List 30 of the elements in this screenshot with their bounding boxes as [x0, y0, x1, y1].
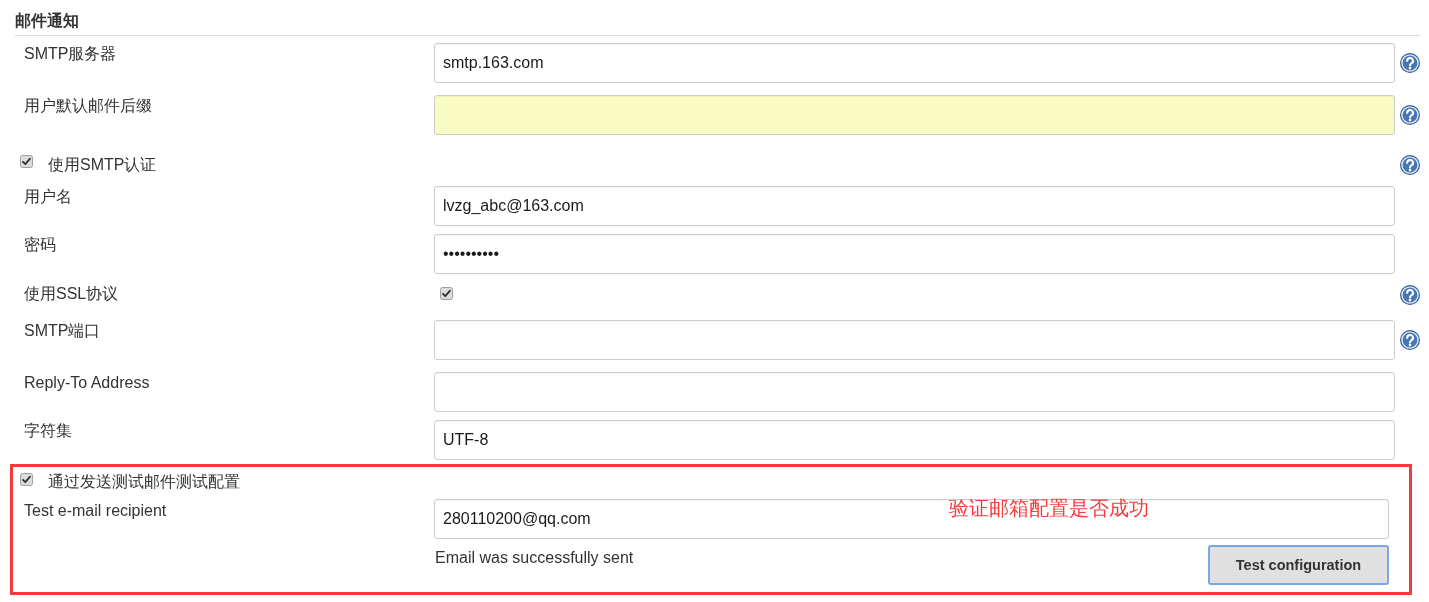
input-field[interactable]: lvzg_abc@163.com	[434, 186, 1395, 226]
checkbox-label: 使用SMTP认证	[48, 155, 157, 175]
input-field[interactable]: ••••••••••	[434, 234, 1395, 274]
field-label: SMTP服务器	[24, 44, 117, 64]
field-label: 密码	[24, 235, 56, 255]
field-label: 使用SSL协议	[24, 284, 119, 304]
checkbox-label: 通过发送测试邮件测试配置	[48, 472, 240, 492]
annotation-text: 验证邮箱配置是否成功	[949, 498, 1149, 520]
field-label: 用户默认邮件后缀	[24, 96, 152, 116]
help-icon[interactable]	[1400, 330, 1420, 350]
checkbox[interactable]	[440, 287, 453, 300]
field-label: 用户名	[24, 187, 72, 207]
input-field[interactable]: smtp.163.com	[434, 43, 1395, 83]
input-field[interactable]	[434, 372, 1395, 412]
checkbox[interactable]	[20, 473, 33, 486]
field-label: SMTP端口	[24, 321, 101, 341]
status-message: Email was successfully sent	[435, 548, 634, 568]
input-field[interactable]	[434, 320, 1395, 360]
section-title: 邮件通知	[15, 11, 79, 31]
help-icon[interactable]	[1400, 105, 1420, 125]
field-label: Reply-To Address	[24, 373, 150, 393]
field-label: 字符集	[24, 421, 72, 441]
input-field[interactable]: UTF-8	[434, 420, 1395, 460]
checkbox[interactable]	[20, 155, 33, 168]
help-icon[interactable]	[1400, 285, 1420, 305]
test-configuration-button[interactable]: Test configuration	[1208, 545, 1389, 585]
input-field[interactable]	[434, 95, 1395, 135]
field-label: Test e-mail recipient	[24, 501, 167, 521]
help-icon[interactable]	[1400, 53, 1420, 73]
help-icon[interactable]	[1400, 155, 1420, 175]
